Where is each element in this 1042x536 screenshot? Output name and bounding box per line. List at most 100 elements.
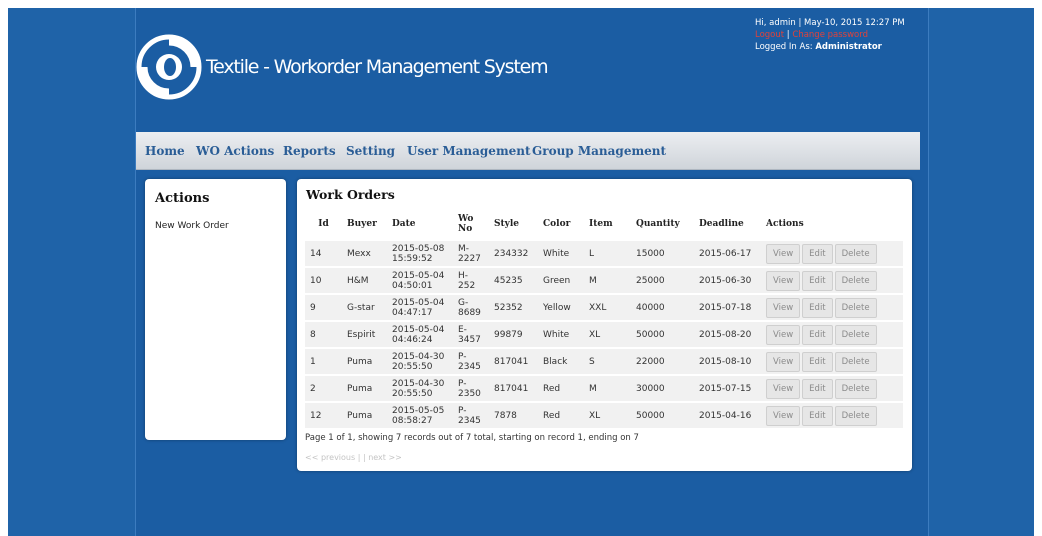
- main-nav: Home WO Actions Reports Setting User Man…: [136, 132, 920, 170]
- nav-setting[interactable]: Setting: [346, 144, 395, 158]
- cell-color: Yellow: [538, 294, 584, 322]
- cell-deadline: 2015-06-17: [694, 241, 761, 268]
- cell-id: 2: [305, 375, 342, 403]
- column-header-buyer[interactable]: Buyer: [342, 206, 387, 241]
- nav-wo-actions[interactable]: WO Actions: [196, 144, 274, 158]
- column-header-wo-no[interactable]: Wo No: [453, 206, 489, 241]
- cell-wo-no: P-2345: [453, 402, 489, 430]
- nav-user-management[interactable]: User Management: [407, 144, 531, 158]
- table-row: 10 H&M 2015-05-04 04:50:01 H-252 45235 Green M…: [305, 267, 903, 295]
- cell-quantity: 40000: [631, 294, 694, 322]
- cell-item: M: [584, 267, 631, 295]
- table-row: 1 Puma 2015-04-30 20:55:50 P-2345 817041 Blac…: [305, 348, 903, 376]
- cell-style: 234332: [489, 241, 538, 268]
- column-header-id[interactable]: Id: [305, 206, 342, 241]
- edit-button[interactable]: Edit: [802, 351, 833, 372]
- cell-wo-no: E-3457: [453, 321, 489, 349]
- view-button[interactable]: View: [766, 351, 801, 372]
- cell-date: 2015-04-30 20:55:50: [387, 348, 453, 376]
- logged-in-status: Logged In As: Administrator: [755, 41, 905, 53]
- edit-button[interactable]: Edit: [802, 243, 833, 264]
- cell-item: XL: [584, 402, 631, 430]
- work-orders-panel: Work Orders Id Buyer Date Wo No Style Co…: [297, 179, 912, 471]
- change-password-link[interactable]: Change password: [792, 30, 868, 40]
- edit-button[interactable]: Edit: [802, 297, 833, 318]
- table-row: 12 Puma 2015-05-05 08:58:27 P-2345 7878 Red XL…: [305, 402, 903, 430]
- column-header-style[interactable]: Style: [489, 206, 538, 241]
- cell-wo-no: M-2227: [453, 241, 489, 268]
- previous-page-link[interactable]: << previous: [305, 453, 355, 462]
- cell-id: 1: [305, 348, 342, 376]
- cell-wo-no: G-8689: [453, 294, 489, 322]
- cell-deadline: 2015-06-30: [694, 267, 761, 295]
- edit-button[interactable]: Edit: [802, 378, 833, 399]
- cell-buyer: Puma: [342, 348, 387, 376]
- view-button[interactable]: View: [766, 243, 801, 264]
- cell-id: 12: [305, 402, 342, 430]
- actions-sidebar: Actions New Work Order: [145, 179, 286, 440]
- column-header-color[interactable]: Color: [538, 206, 584, 241]
- nav-reports[interactable]: Reports: [283, 144, 336, 158]
- logged-in-label: Logged In As:: [755, 42, 816, 52]
- greeting-text: Hi, admin | May-10, 2015 12:27 PM: [755, 18, 905, 28]
- cell-date: 2015-05-08 15:59:52: [387, 241, 453, 268]
- column-header-quantity[interactable]: Quantity: [631, 206, 694, 241]
- nav-home[interactable]: Home: [145, 144, 185, 158]
- delete-button[interactable]: Delete: [834, 243, 877, 264]
- cell-buyer: H&M: [342, 267, 387, 295]
- cell-actions: View Edit Delete: [761, 294, 903, 322]
- cell-id: 8: [305, 321, 342, 349]
- delete-button[interactable]: Delete: [834, 405, 877, 426]
- delete-button[interactable]: Delete: [834, 378, 877, 399]
- logo-icon: [136, 34, 202, 100]
- table-row: 2 Puma 2015-04-30 20:55:50 P-2350 817041 Red M…: [305, 375, 903, 403]
- account-links: Logout | Change password: [755, 30, 868, 40]
- paging-info: Page 1 of 1, showing 7 records out of 7 …: [305, 433, 639, 443]
- delete-button[interactable]: Delete: [834, 351, 877, 372]
- view-button[interactable]: View: [766, 405, 801, 426]
- cell-quantity: 22000: [631, 348, 694, 376]
- cell-quantity: 30000: [631, 375, 694, 403]
- cell-style: 45235: [489, 267, 538, 295]
- column-header-item[interactable]: Item: [584, 206, 631, 241]
- next-page-link[interactable]: next >>: [368, 453, 402, 462]
- new-work-order-link[interactable]: New Work Order: [155, 221, 229, 231]
- cell-style: 7878: [489, 402, 538, 430]
- cell-quantity: 25000: [631, 267, 694, 295]
- cell-actions: View Edit Delete: [761, 241, 903, 268]
- delete-button[interactable]: Delete: [834, 270, 877, 291]
- cell-quantity: 15000: [631, 241, 694, 268]
- work-orders-table: Id Buyer Date Wo No Style Color Item Qua…: [305, 206, 903, 430]
- delete-button[interactable]: Delete: [834, 297, 877, 318]
- cell-wo-no: P-2345: [453, 348, 489, 376]
- cell-style: 817041: [489, 348, 538, 376]
- sidebar-title: Actions: [155, 191, 210, 206]
- edit-button[interactable]: Edit: [802, 324, 833, 345]
- view-button[interactable]: View: [766, 270, 801, 291]
- cell-actions: View Edit Delete: [761, 321, 903, 349]
- cell-color: Green: [538, 267, 584, 295]
- table-row: 8 Espirit 2015-05-04 04:46:24 E-3457 99879 Wh…: [305, 321, 903, 349]
- pagination: << previous | | next >>: [305, 453, 402, 462]
- edit-button[interactable]: Edit: [802, 405, 833, 426]
- cell-color: White: [538, 321, 584, 349]
- column-header-deadline[interactable]: Deadline: [694, 206, 761, 241]
- table-header-row: Id Buyer Date Wo No Style Color Item Qua…: [305, 206, 903, 241]
- cell-item: L: [584, 241, 631, 268]
- cell-item: XXL: [584, 294, 631, 322]
- view-button[interactable]: View: [766, 297, 801, 318]
- column-header-date[interactable]: Date: [387, 206, 453, 241]
- cell-style: 99879: [489, 321, 538, 349]
- view-button[interactable]: View: [766, 324, 801, 345]
- cell-id: 10: [305, 267, 342, 295]
- delete-button[interactable]: Delete: [834, 324, 877, 345]
- logout-link[interactable]: Logout: [755, 30, 784, 40]
- cell-deadline: 2015-07-18: [694, 294, 761, 322]
- view-button[interactable]: View: [766, 378, 801, 399]
- cell-buyer: Espirit: [342, 321, 387, 349]
- cell-deadline: 2015-04-16: [694, 402, 761, 430]
- cell-date: 2015-05-04 04:50:01: [387, 267, 453, 295]
- column-header-actions: Actions: [766, 218, 804, 229]
- edit-button[interactable]: Edit: [802, 270, 833, 291]
- nav-group-management[interactable]: Group Management: [532, 144, 666, 158]
